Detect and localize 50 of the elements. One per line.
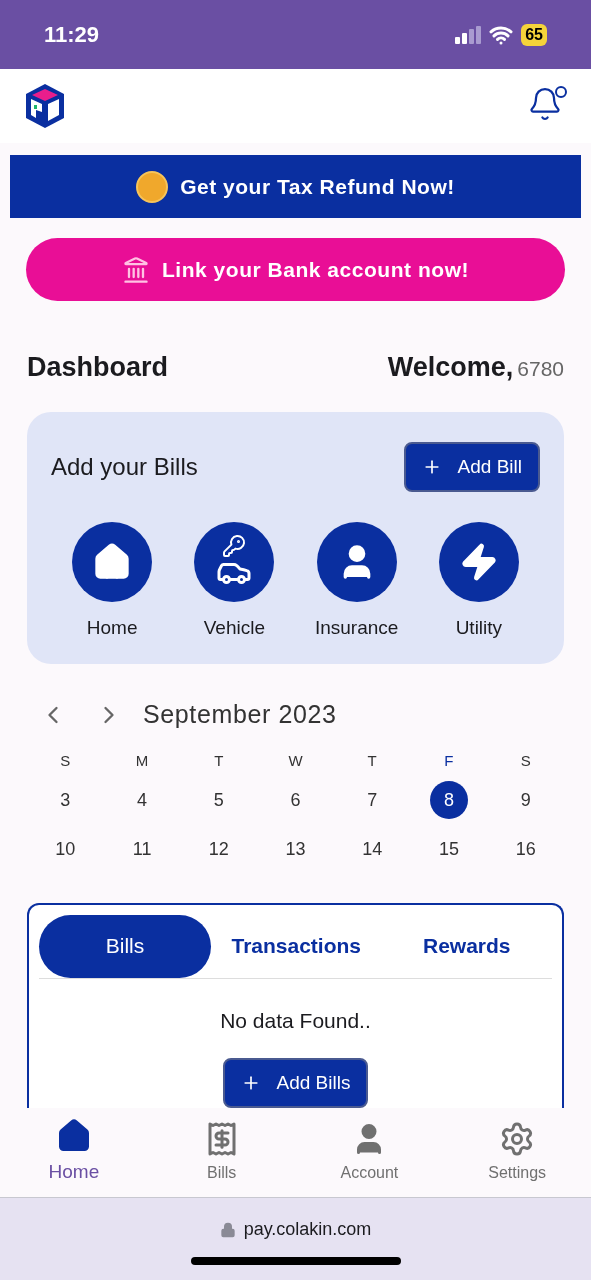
tab[interactable]: Transactions: [211, 914, 382, 978]
bank-icon: [121, 255, 150, 284]
weekday-label: S: [519, 750, 532, 771]
url-text: pay.colakin.com: [243, 1218, 372, 1241]
calendar-day[interactable]: 9: [506, 781, 545, 820]
calendar-day[interactable]: 7: [353, 781, 392, 820]
nav-tab[interactable]: Home: [0, 1108, 148, 1197]
welcome-text: Welcome,: [387, 351, 514, 385]
calendar-day[interactable]: 16: [506, 830, 545, 869]
dashboard-title: Dashboard: [27, 351, 169, 385]
card-title: Add your Bills: [51, 451, 198, 482]
signal-icon: [455, 25, 482, 44]
nav-tab[interactable]: Account: [295, 1108, 444, 1197]
calendar-day[interactable]: 6: [276, 781, 315, 820]
weekday-label: T: [213, 750, 225, 771]
calendar-day[interactable]: 14: [353, 830, 392, 869]
calendar-day[interactable]: 5: [199, 781, 238, 820]
tab[interactable]: Rewards: [381, 914, 552, 978]
battery-indicator: 65: [521, 23, 547, 46]
category-label: Vehicle: [203, 615, 265, 640]
calendar-day[interactable]: 10: [46, 830, 85, 869]
calendar-day[interactable]: 8: [429, 781, 468, 820]
category-label: Home: [86, 615, 138, 640]
weekday-label: W: [287, 750, 304, 771]
calendar-day[interactable]: 13: [276, 830, 315, 869]
calendar-day[interactable]: 15: [429, 830, 468, 869]
calendar-day[interactable]: 4: [123, 781, 162, 820]
tab[interactable]: Bills: [39, 914, 211, 978]
category-label: Utility: [455, 615, 503, 640]
add-bill-button[interactable]: Add Bill: [403, 441, 540, 492]
add-bills-button[interactable]: Add Bills: [222, 1058, 369, 1108]
nav-tab[interactable]: Bills: [147, 1108, 296, 1197]
calendar-day[interactable]: 12: [199, 830, 238, 869]
calendar-day[interactable]: 11: [123, 830, 162, 869]
clock-time: 11:29: [44, 21, 100, 49]
month-title: September 2023: [143, 699, 337, 731]
weekday-label: T: [366, 750, 378, 771]
nav-tab[interactable]: Settings: [443, 1108, 591, 1197]
coin-icon: [136, 170, 169, 203]
lock-icon: [219, 1221, 236, 1238]
weekday-label: M: [134, 750, 150, 771]
link-bank-button[interactable]: Link your Bank account now!: [26, 238, 565, 302]
category-label: Insurance: [314, 615, 399, 640]
tax-refund-banner[interactable]: Get your Tax Refund Now!: [10, 155, 581, 219]
calendar-day[interactable]: 3: [46, 781, 85, 820]
empty-message: No data Found..: [220, 1007, 371, 1034]
weekday-label: S: [59, 750, 72, 771]
user-id: 6780: [517, 356, 564, 383]
app-logo: [24, 82, 66, 130]
weekday-label: F: [443, 750, 455, 771]
